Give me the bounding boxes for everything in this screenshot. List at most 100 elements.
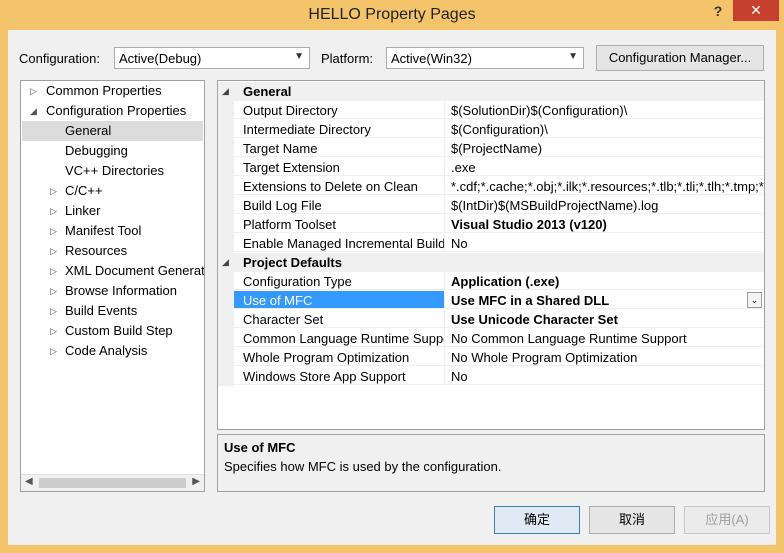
scrollbar-thumb[interactable] (39, 478, 186, 488)
property-name[interactable]: Character Set (234, 310, 444, 328)
chevron-down-icon[interactable]: ⌄ (747, 292, 762, 308)
property-value[interactable]: Use Unicode Character Set (444, 310, 764, 328)
row-gutter (218, 215, 234, 234)
property-value[interactable]: No (444, 234, 764, 252)
property-value[interactable]: Visual Studio 2013 (v120) (444, 215, 764, 233)
property-name[interactable]: Target Extension (234, 158, 444, 176)
property-row[interactable]: Configuration Type Application (.exe) (218, 272, 764, 291)
property-name[interactable]: Enable Managed Incremental Build (234, 234, 444, 252)
property-name[interactable]: Intermediate Directory (234, 120, 444, 138)
property-name[interactable]: Output Directory (234, 101, 444, 119)
tree-item-label: Build Events (65, 303, 138, 318)
property-value[interactable]: $(ProjectName) (444, 139, 764, 157)
tree-item[interactable]: ▷ Linker (22, 201, 203, 221)
scroll-right-icon[interactable]: ▶ (192, 476, 200, 487)
triangle-down-icon[interactable]: ◢ (222, 82, 229, 101)
tree-item[interactable]: ▷ Code Analysis (22, 341, 203, 361)
property-grid[interactable]: ◢ General Output Directory $(SolutionDir)… (217, 80, 765, 430)
property-value[interactable]: No Whole Program Optimization (444, 348, 764, 366)
tree-item-label: Browse Information (65, 283, 177, 298)
property-row[interactable]: Whole Program Optimization No Whole Progr… (218, 348, 764, 367)
platform-value: Active(Win32) (391, 51, 472, 66)
triangle-right-icon[interactable]: ▷ (50, 281, 60, 301)
property-name[interactable]: Build Log File (234, 196, 444, 214)
triangle-right-icon[interactable]: ▷ (50, 261, 60, 281)
dialog-client: Configuration: Active(Debug) ▼ Platform:… (8, 30, 776, 545)
tree-item[interactable]: VC++ Directories (22, 161, 203, 181)
property-row[interactable]: Target Extension .exe (218, 158, 764, 177)
triangle-down-icon[interactable]: ◢ (30, 101, 40, 121)
apply-button[interactable]: 应用(A) (684, 506, 770, 534)
property-tree[interactable]: ▷ Common Properties ◢ Configuration Propert… (20, 80, 205, 492)
property-value[interactable]: Application (.exe) (444, 272, 764, 290)
property-row[interactable]: Intermediate Directory $(Configuration)\ (218, 120, 764, 139)
property-row[interactable]: Build Log File $(IntDir)$(MSBuildProjectN… (218, 196, 764, 215)
property-value[interactable]: No (444, 367, 764, 385)
property-value[interactable]: $(IntDir)$(MSBuildProjectName).log (444, 196, 764, 214)
help-button[interactable]: ? (706, 3, 730, 21)
scroll-left-icon[interactable]: ◀ (25, 476, 33, 487)
property-value[interactable]: .exe (444, 158, 764, 176)
property-name[interactable]: Use of MFC (234, 291, 444, 309)
triangle-right-icon[interactable]: ▷ (50, 341, 60, 361)
tree-item[interactable]: ▷ Browse Information (22, 281, 203, 301)
tree-item-label: Custom Build Step (65, 323, 173, 338)
triangle-down-icon[interactable]: ◢ (222, 253, 229, 272)
triangle-right-icon[interactable]: ▷ (50, 221, 60, 241)
row-gutter (218, 329, 234, 348)
configuration-value: Active(Debug) (119, 51, 202, 66)
property-name[interactable]: Platform Toolset (234, 215, 444, 233)
tree-item[interactable]: ▷ Common Properties (22, 81, 203, 101)
property-row[interactable]: Character Set Use Unicode Character Set (218, 310, 764, 329)
property-row[interactable]: Platform Toolset Visual Studio 2013 (v120… (218, 215, 764, 234)
tree-item[interactable]: Debugging (22, 141, 203, 161)
property-row[interactable]: Common Language Runtime Support No Common… (218, 329, 764, 348)
property-value[interactable]: Use MFC in a Shared DLL (444, 291, 764, 309)
property-value[interactable]: $(Configuration)\ (444, 120, 764, 138)
tree-item[interactable]: ▷ Manifest Tool (22, 221, 203, 241)
triangle-right-icon[interactable]: ▷ (50, 241, 60, 261)
property-value[interactable]: No Common Language Runtime Support (444, 329, 764, 347)
tree-item[interactable]: ▷ Custom Build Step (22, 321, 203, 341)
description-panel: Use of MFC Specifies how MFC is used by … (217, 434, 765, 492)
tree-horizontal-scrollbar[interactable]: ◀ ▶ (21, 474, 204, 491)
ok-button[interactable]: 确定 (494, 506, 580, 534)
property-row[interactable]: Enable Managed Incremental Build No (218, 234, 764, 253)
tree-item[interactable]: ◢ Configuration Properties (22, 101, 203, 121)
category-general[interactable]: ◢ General (218, 82, 764, 101)
triangle-right-icon[interactable]: ▷ (50, 181, 60, 201)
row-gutter (218, 234, 234, 253)
property-row[interactable]: Windows Store App Support No (218, 367, 764, 386)
tree-item[interactable]: ▷ Build Events (22, 301, 203, 321)
triangle-right-icon[interactable]: ▷ (50, 321, 60, 341)
category-project-defaults[interactable]: ◢ Project Defaults (218, 253, 764, 272)
property-name[interactable]: Whole Program Optimization (234, 348, 444, 366)
property-value[interactable]: *.cdf;*.cache;*.obj;*.ilk;*.resources;*.… (444, 177, 764, 195)
platform-combo[interactable]: Active(Win32) ▼ (386, 47, 584, 69)
property-name[interactable]: Common Language Runtime Support (234, 329, 444, 347)
tree-item[interactable]: General (22, 121, 203, 141)
property-value[interactable]: $(SolutionDir)$(Configuration)\ (444, 101, 764, 119)
cancel-button[interactable]: 取消 (589, 506, 675, 534)
row-gutter (218, 310, 234, 329)
close-button[interactable]: ✕ (733, 0, 779, 21)
platform-label: Platform: (321, 51, 374, 66)
tree-item[interactable]: ▷ C/C++ (22, 181, 203, 201)
triangle-right-icon[interactable]: ▷ (50, 301, 60, 321)
tree-item-label: C/C++ (65, 183, 103, 198)
property-name[interactable]: Configuration Type (234, 272, 444, 290)
triangle-right-icon[interactable]: ▷ (30, 81, 40, 101)
configuration-combo[interactable]: Active(Debug) ▼ (114, 47, 310, 69)
property-row[interactable]: Use of MFC Use MFC in a Shared DLL ⌄ (218, 291, 764, 310)
tree-item[interactable]: ▷ Resources (22, 241, 203, 261)
configuration-manager-button[interactable]: Configuration Manager... (596, 45, 764, 71)
property-name[interactable]: Target Name (234, 139, 444, 157)
property-name[interactable]: Windows Store App Support (234, 367, 444, 385)
property-row[interactable]: Target Name $(ProjectName) (218, 139, 764, 158)
property-row[interactable]: Output Directory $(SolutionDir)$(Configur… (218, 101, 764, 120)
property-name[interactable]: Extensions to Delete on Clean (234, 177, 444, 195)
property-row[interactable]: Extensions to Delete on Clean *.cdf;*.cac… (218, 177, 764, 196)
tree-item[interactable]: ▷ XML Document Generat (22, 261, 204, 281)
title-bar[interactable]: HELLO Property Pages ? ✕ (0, 0, 784, 30)
triangle-right-icon[interactable]: ▷ (50, 201, 60, 221)
